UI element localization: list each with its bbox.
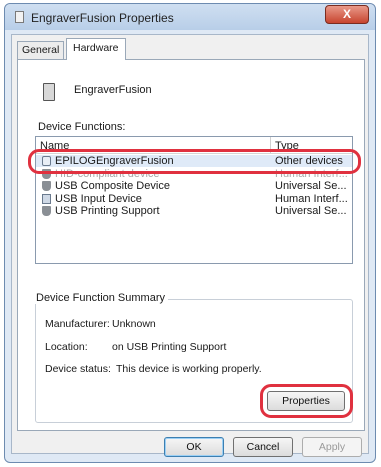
usb-plug-icon bbox=[42, 169, 51, 179]
location-label: Location: bbox=[45, 341, 88, 353]
list-item-epilog[interactable]: EPILOGEngraverFusion Other devices bbox=[36, 155, 352, 167]
title-bar[interactable]: EngraverFusion Properties X bbox=[5, 4, 375, 30]
list-item-type: Human Interf... bbox=[275, 168, 348, 180]
close-icon: X bbox=[342, 7, 351, 21]
location-value: on USB Printing Support bbox=[112, 341, 227, 353]
device-name: EngraverFusion bbox=[74, 84, 152, 96]
list-item-type: Universal Se... bbox=[275, 180, 347, 192]
properties-window: EngraverFusion Properties X General Hard… bbox=[4, 3, 376, 463]
close-button[interactable]: X bbox=[325, 5, 369, 24]
column-header-type[interactable]: Type bbox=[275, 140, 299, 152]
device-functions-label: Device Functions: bbox=[38, 121, 126, 133]
list-header: Name Type bbox=[36, 137, 352, 154]
hardware-panel: EngraverFusion Device Functions: Name Ty… bbox=[17, 59, 365, 431]
list-item-name: USB Input Device bbox=[55, 193, 142, 205]
window-title: EngraverFusion Properties bbox=[31, 11, 174, 25]
cancel-button[interactable]: Cancel bbox=[233, 437, 293, 457]
list-item-type: Other devices bbox=[275, 155, 343, 167]
dialog-client: General Hardware EngraverFusion Device F… bbox=[11, 34, 369, 457]
device-functions-list[interactable]: Name Type EPILOGEngraverFusion Other dev… bbox=[35, 136, 353, 264]
summary-title: Device Function Summary bbox=[33, 292, 168, 304]
properties-button[interactable]: Properties bbox=[267, 391, 345, 411]
tab-general[interactable]: General bbox=[17, 41, 65, 59]
list-item-usb-input[interactable]: USB Input Device Human Interf... bbox=[36, 193, 352, 205]
list-item-name: EPILOGEngraverFusion bbox=[55, 155, 174, 167]
manufacturer-label: Manufacturer: bbox=[45, 318, 110, 330]
list-item-usb-composite[interactable]: USB Composite Device Universal Se... bbox=[36, 180, 352, 192]
list-item-type: Universal Se... bbox=[275, 205, 347, 217]
column-divider[interactable] bbox=[270, 137, 271, 153]
list-item-name: USB Composite Device bbox=[55, 180, 170, 192]
column-header-name[interactable]: Name bbox=[40, 140, 69, 152]
usb-plug-icon bbox=[42, 181, 51, 191]
list-item-hid[interactable]: HID-compliant device Human Interf... bbox=[36, 168, 352, 180]
ok-button[interactable]: OK bbox=[164, 437, 224, 457]
printer-device-icon bbox=[43, 83, 55, 101]
list-item-usb-printing[interactable]: USB Printing Support Universal Se... bbox=[36, 205, 352, 217]
list-item-type: Human Interf... bbox=[275, 193, 348, 205]
device-status-value: This device is working properly. bbox=[116, 363, 262, 375]
manufacturer-value: Unknown bbox=[112, 318, 156, 330]
usb-input-icon bbox=[42, 194, 51, 204]
list-item-name: HID-compliant device bbox=[55, 168, 160, 180]
list-item-name: USB Printing Support bbox=[55, 205, 160, 217]
unknown-device-icon bbox=[42, 156, 51, 166]
apply-button[interactable]: Apply bbox=[302, 437, 362, 457]
device-status-label: Device status: bbox=[45, 363, 111, 375]
tab-hardware[interactable]: Hardware bbox=[66, 38, 126, 60]
usb-plug-icon bbox=[42, 206, 51, 216]
window-icon bbox=[15, 11, 24, 23]
